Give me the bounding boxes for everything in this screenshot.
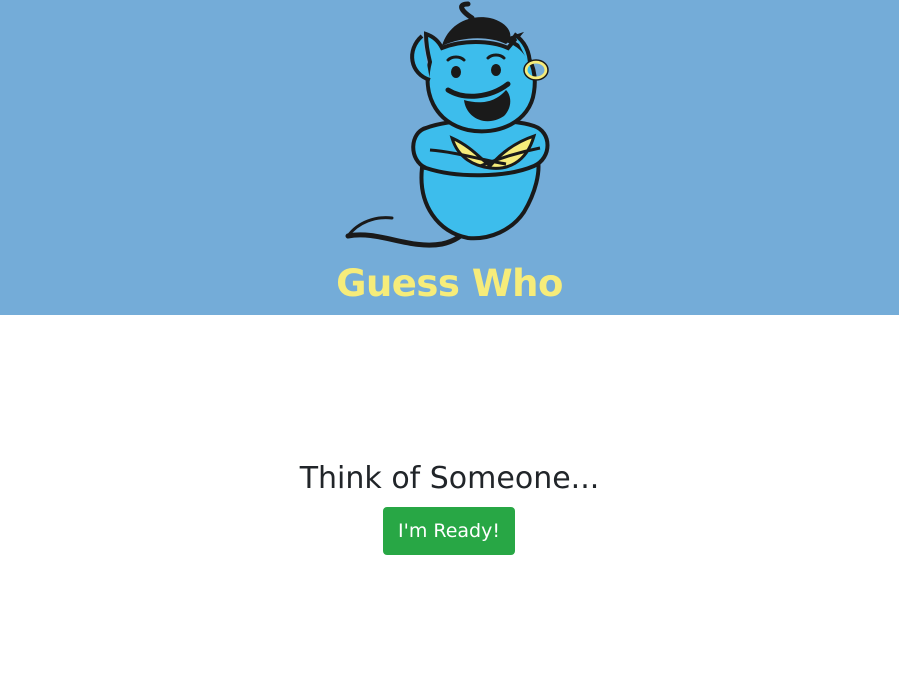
app-title: Guess Who — [336, 262, 563, 305]
prompt-heading: Think of Someone... — [299, 461, 600, 496]
genie-mascot-icon — [345, 1, 550, 248]
header-banner: Guess Who — [0, 0, 899, 315]
main-content: Think of Someone... I'm Ready! — [0, 315, 899, 675]
ready-button[interactable]: I'm Ready! — [383, 507, 515, 555]
